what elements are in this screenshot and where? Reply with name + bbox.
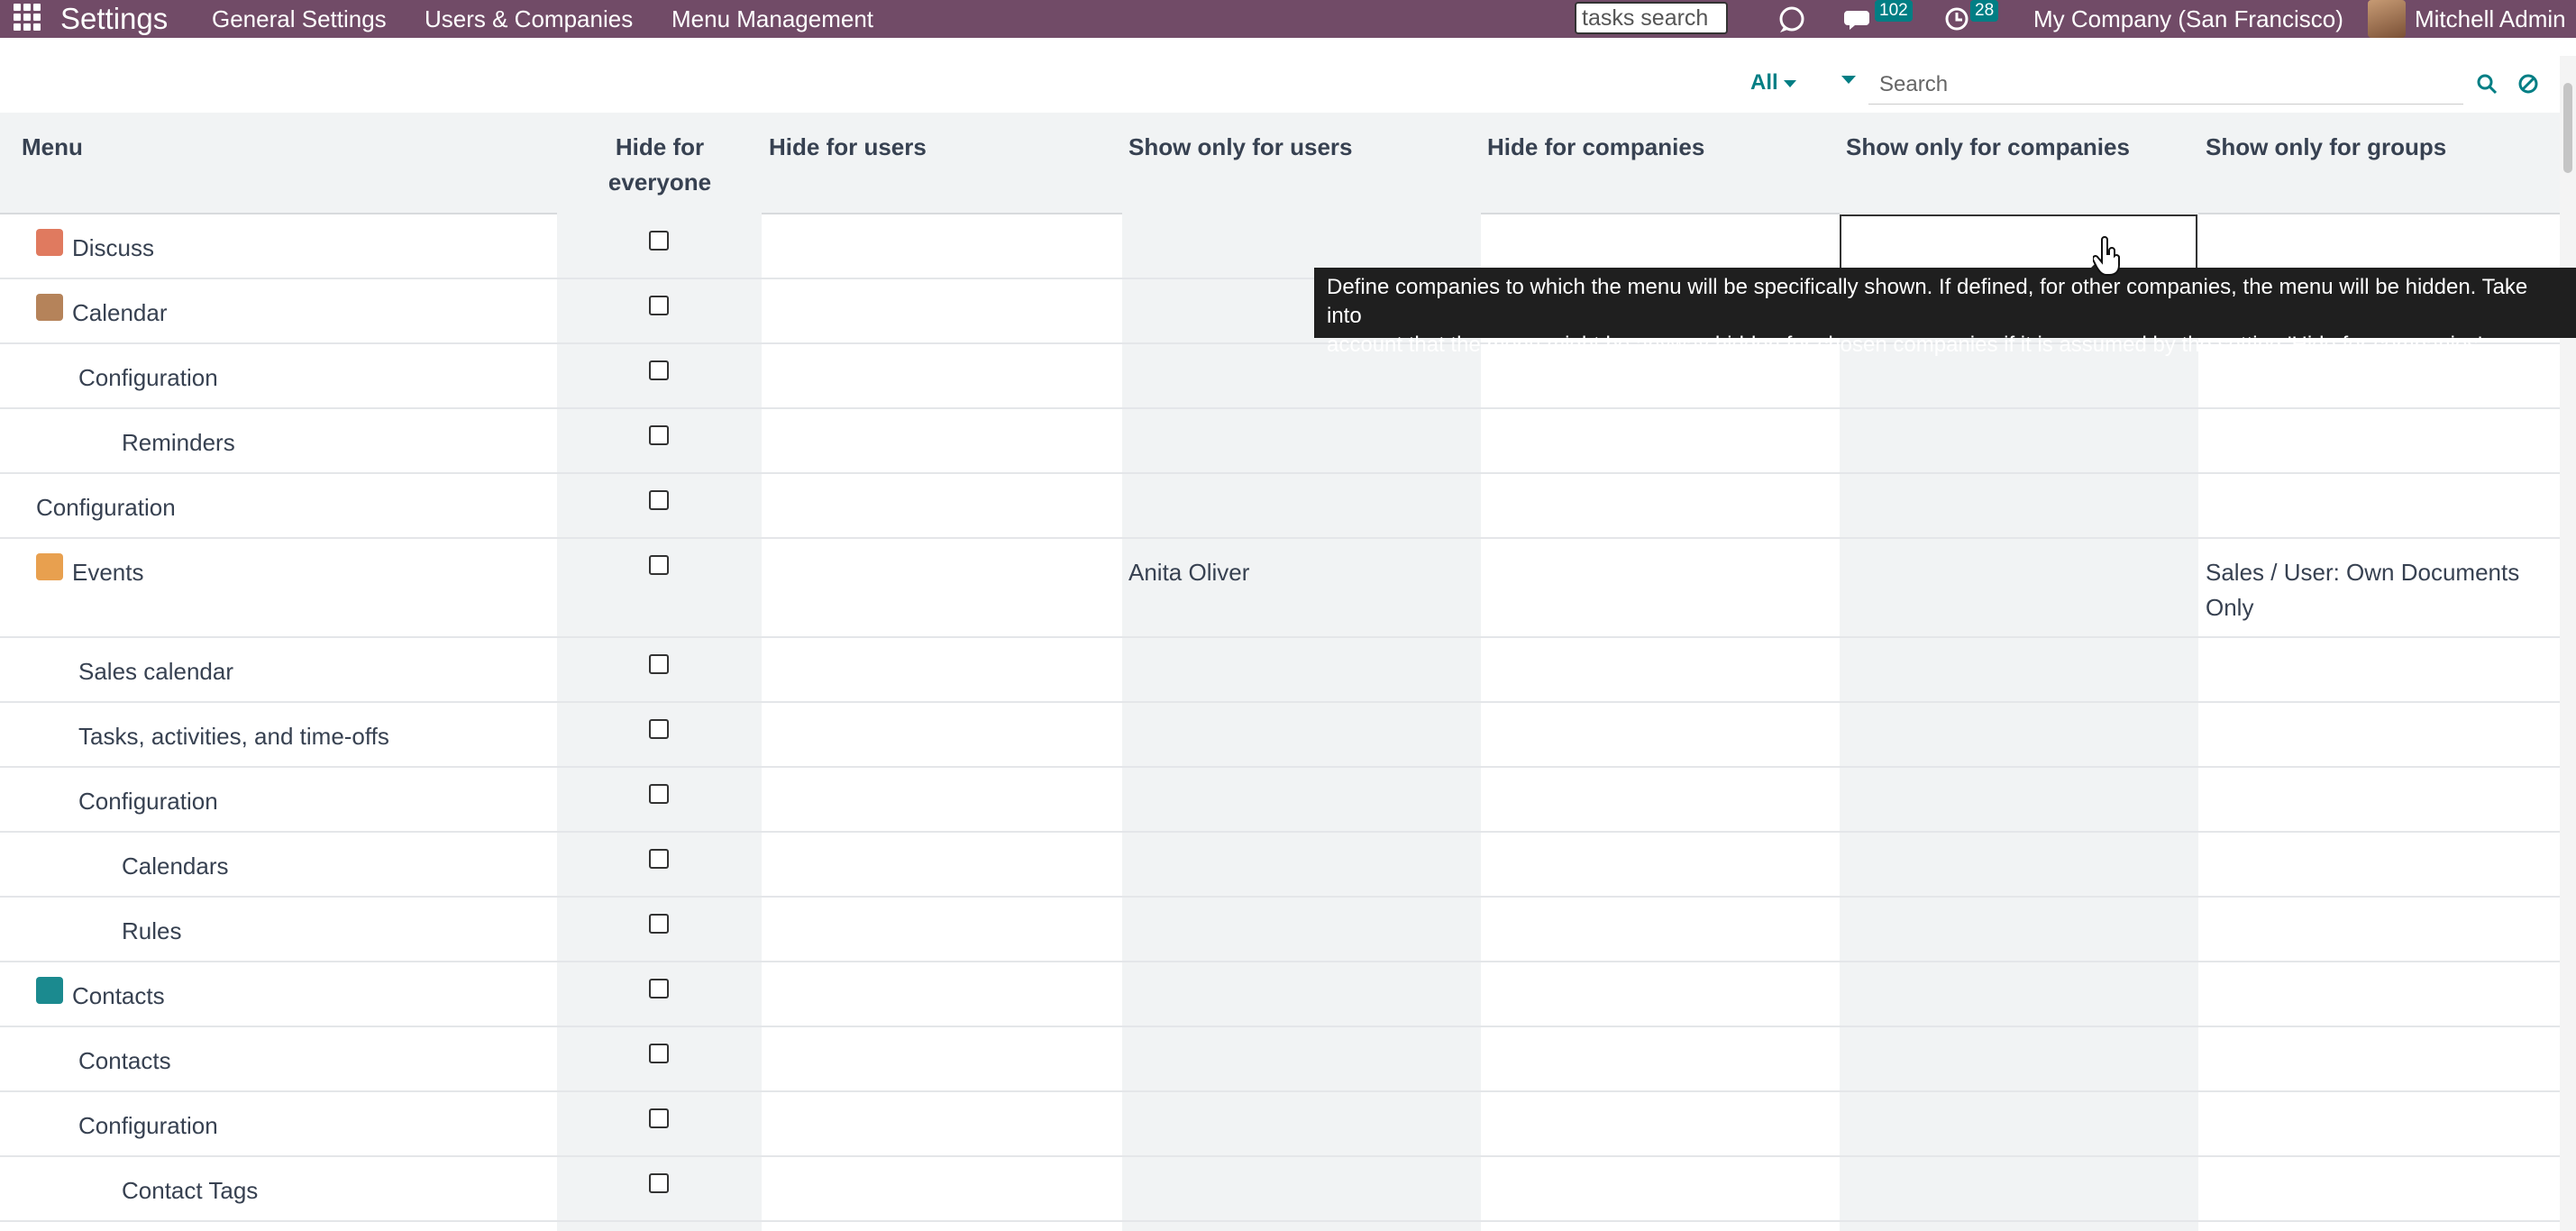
menu-name: Contacts — [72, 982, 165, 1009]
header-hide-companies[interactable]: Hide for companies — [1487, 130, 1704, 165]
search-icon[interactable] — [2475, 72, 2498, 96]
activities-badge: 28 — [1970, 0, 1999, 22]
hide-everyone-checkbox[interactable] — [649, 654, 669, 674]
hide-everyone-checkbox[interactable] — [649, 914, 669, 934]
menu-name: Configuration — [78, 364, 218, 391]
caret-down-icon — [1783, 79, 1796, 87]
hand-cursor-icon — [2093, 236, 2120, 276]
header-show-users[interactable]: Show only for users — [1128, 130, 1353, 165]
menu-name: Events — [72, 559, 144, 586]
discuss-icon — [36, 229, 63, 256]
menu-name: Configuration — [78, 1112, 218, 1139]
tooltip-line-2: account that the menu might be anyway hi… — [1327, 333, 2482, 357]
menu-menu-management[interactable]: Menu Management — [671, 0, 873, 38]
hide-everyone-checkbox[interactable] — [649, 555, 669, 575]
hide-everyone-checkbox[interactable] — [649, 360, 669, 380]
hide-everyone-checkbox[interactable] — [649, 490, 669, 510]
menu-name: Contacts — [78, 1047, 171, 1074]
user-avatar[interactable] — [2368, 0, 2406, 38]
hide-everyone-checkbox[interactable] — [649, 231, 669, 251]
table-row[interactable]: Contacts — [0, 1026, 2560, 1092]
table-row[interactable]: Contacts — [0, 961, 2560, 1027]
activities-clock-icon[interactable] — [1943, 0, 1974, 38]
table-row[interactable]: Sales calendar — [0, 636, 2560, 703]
hide-everyone-checkbox[interactable] — [649, 425, 669, 445]
menu-name: Calendar — [72, 299, 168, 326]
hide-everyone-checkbox[interactable] — [649, 1108, 669, 1128]
calendar-icon — [36, 294, 63, 321]
show-groups-value[interactable]: Sales / User: Own Documents Only — [2206, 555, 2548, 625]
table-row[interactable]: Calendars — [0, 831, 2560, 898]
menu-users-companies[interactable]: Users & Companies — [425, 0, 633, 38]
menu-name: Configuration — [36, 494, 176, 521]
filter-all-dropdown[interactable]: All — [1750, 70, 1796, 96]
top-navbar: Settings General Settings Users & Compan… — [0, 0, 2576, 38]
header-hide-everyone[interactable]: Hide for everyone — [595, 130, 725, 200]
menu-name: Sales calendar — [78, 658, 233, 685]
menu-name: Tasks, activities, and time-offs — [78, 723, 389, 750]
menu-name: Calendars — [122, 853, 229, 880]
hide-everyone-checkbox[interactable] — [649, 719, 669, 739]
messages-icon[interactable] — [1844, 0, 1877, 38]
filter-all-label: All — [1750, 70, 1778, 95]
table-row[interactable]: Configuration — [0, 1090, 2560, 1157]
hide-everyone-checkbox[interactable] — [649, 296, 669, 315]
hide-everyone-checkbox[interactable] — [649, 1044, 669, 1063]
tooltip-line-1: Define companies to which the menu will … — [1327, 275, 2528, 328]
table-row[interactable]: Configuration — [0, 472, 2560, 539]
menu-name: Discuss — [72, 234, 155, 261]
table-row[interactable]: Rules — [0, 896, 2560, 962]
menu-name: Contact Tags — [122, 1177, 259, 1204]
contacts-icon — [36, 977, 63, 1004]
table-row[interactable]: Configuration — [0, 766, 2560, 833]
user-menu[interactable]: Mitchell Admin — [2415, 0, 2566, 38]
scrollbar-thumb[interactable] — [2563, 83, 2572, 173]
search-input[interactable] — [1868, 65, 2463, 105]
company-switcher[interactable]: My Company (San Francisco) — [2033, 0, 2343, 38]
hide-everyone-checkbox[interactable] — [649, 784, 669, 804]
tooltip: Define companies to which the menu will … — [1314, 268, 2576, 357]
events-icon — [36, 553, 63, 580]
table-row[interactable]: Tasks, activities, and time-offs — [0, 701, 2560, 768]
hide-everyone-checkbox[interactable] — [649, 849, 669, 869]
table-row[interactable]: Reminders — [0, 407, 2560, 474]
vertical-scrollbar[interactable] — [2560, 56, 2576, 1231]
show-users-value[interactable]: Anita Oliver — [1128, 555, 1249, 590]
table-header: Menu Hide for everyone Hide for users Sh… — [0, 113, 2560, 214]
app-title[interactable]: Settings — [60, 0, 168, 38]
hide-everyone-checkbox[interactable] — [649, 1173, 669, 1193]
search-options-toggle-icon[interactable] — [1841, 76, 1856, 84]
quick-search-input[interactable] — [1575, 2, 1728, 34]
menu-name: Configuration — [78, 788, 218, 815]
header-menu[interactable]: Menu — [22, 130, 83, 165]
header-show-companies[interactable]: Show only for companies — [1846, 130, 2130, 165]
header-show-groups[interactable]: Show only for groups — [2206, 130, 2446, 165]
table-row[interactable]: Contact Tags — [0, 1155, 2560, 1222]
hide-everyone-checkbox[interactable] — [649, 979, 669, 998]
menu-general-settings[interactable]: General Settings — [212, 0, 387, 38]
messages-badge: 102 — [1875, 0, 1913, 22]
odoobot-icon[interactable] — [1776, 0, 1808, 38]
clear-filter-icon[interactable] — [2517, 72, 2540, 96]
menu-name: Reminders — [122, 429, 235, 456]
menu-name: Rules — [122, 917, 182, 944]
header-hide-users[interactable]: Hide for users — [769, 130, 927, 165]
table-row[interactable]: Events Anita Oliver Sales / User: Own Docu… — [0, 537, 2560, 638]
apps-menu-icon[interactable] — [13, 3, 41, 32]
